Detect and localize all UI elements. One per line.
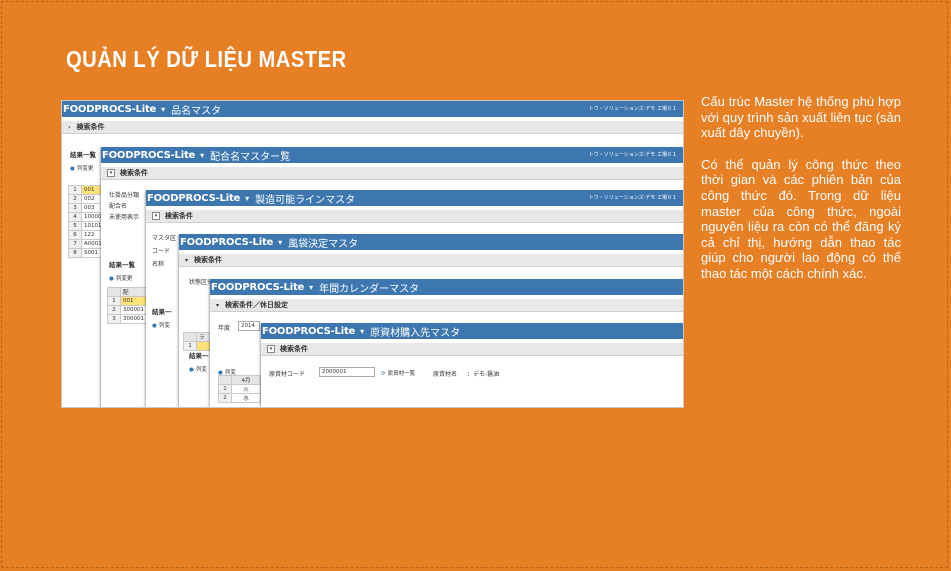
year-label: 年度 (218, 325, 231, 332)
check-icon: ● (152, 323, 157, 329)
brand-logo: FOODPROCS-Lite (180, 236, 274, 248)
check-icon: ● (189, 367, 194, 373)
search-condition-label: 検索条件／休日設定 (225, 301, 289, 309)
window-title: 原資材購入先マスタ (370, 327, 461, 339)
link-icon: ⟳ (381, 371, 386, 377)
window-titlebar: FOODPROCS-Lite ▾ 年間カレンダーマスタ (210, 279, 683, 295)
table-row[interactable]: 1 001 (68, 185, 105, 195)
brand-logo: FOODPROCS-Lite (63, 103, 157, 115)
search-condition-header[interactable]: ▾ 検索条件 (179, 254, 683, 267)
table-row[interactable]: 5 10101 (68, 221, 105, 231)
search-condition-header[interactable]: ▾ 検索条件／休日設定 (210, 299, 683, 312)
window-title: 品名マスタ (171, 105, 222, 117)
search-condition-header[interactable]: ▾ 検索条件 (146, 210, 683, 223)
table-row[interactable]: 8 S001 (68, 248, 105, 258)
material-name-value: ：デモ-醤油 (467, 371, 500, 378)
search-condition-label: 検索条件 (120, 169, 148, 177)
field-label: 配合名 (109, 203, 128, 210)
check-icon: ● (109, 276, 114, 282)
window-titlebar: FOODPROCS-Lite ▾ 配合名マスター覧 トウ・ソリューションズ-デモ… (101, 147, 683, 163)
window-title: 製造可能ラインマスタ (255, 194, 356, 206)
brand-logo: FOODPROCS-Lite (102, 149, 196, 161)
search-condition-label: 検索条件 (280, 345, 308, 353)
material-name-label: 原資材名 (433, 371, 458, 378)
menu-dropdown-icon[interactable]: ▾ (245, 194, 249, 203)
table-row[interactable]: 3 003 (68, 203, 105, 213)
chevron-down-icon: ▾ (216, 301, 220, 309)
description-text: Cấu trúc Master hệ thống phù hợp với quy… (701, 94, 901, 298)
window-material-supplier-master: FOODPROCS-Lite ▾ 原資材購入先マスタ ▾ 検索条件 原資材コード… (261, 323, 683, 407)
collapse-toggle-icon[interactable]: ▾ (107, 169, 115, 177)
window-titlebar: FOODPROCS-Lite ▾ 製造可能ラインマスタ トウ・ソリューションズ-… (146, 190, 683, 206)
table-row[interactable]: 7 A0001 (68, 239, 105, 249)
field-label: 未使用表示 (109, 214, 140, 221)
field-label: コード (152, 248, 171, 255)
search-condition-header[interactable]: ▾ 検索条件 (261, 343, 683, 356)
window-title: 風袋決定マスタ (288, 238, 359, 250)
paragraph-1: Cấu trúc Master hệ thống phù hợp với quy… (701, 94, 901, 141)
collapse-toggle-icon[interactable]: ▾ (152, 212, 160, 220)
brand-logo: FOODPROCS-Lite (211, 281, 305, 293)
menu-dropdown-icon[interactable]: ▾ (309, 283, 313, 292)
result-table: 配 1 001 2 300001 3 300001 (107, 287, 147, 324)
table-row[interactable]: 4 10000 (68, 212, 105, 222)
window-title: 配合名マスター覧 (210, 151, 291, 163)
result-list-label: 結果一覧 (70, 151, 96, 159)
table-row[interactable]: 1 001 (107, 296, 147, 306)
search-condition-header[interactable]: ▾ 検索条件 (101, 167, 683, 180)
search-condition-label: 検索条件 (76, 123, 105, 131)
search-condition-label: 検索条件 (194, 256, 223, 264)
menu-dropdown-icon[interactable]: ▾ (200, 151, 204, 160)
page-title: QUẢN LÝ DỮ LIỆU MASTER (66, 46, 347, 72)
search-condition-header[interactable]: › 検索条件 (62, 121, 683, 134)
column-change-checkbox[interactable]: ● 列変 (189, 365, 207, 373)
table-row[interactable]: 3 300001 (107, 314, 147, 324)
search-condition-label: 検索条件 (165, 212, 193, 220)
chevron-right-icon: › (68, 123, 71, 131)
company-name: トウ・ソリューションズ-デモ 工場０１ (588, 195, 677, 201)
field-label: 仕掛品分類 (109, 192, 140, 199)
result-list-label: 結果一 (152, 308, 172, 316)
column-change-checkbox[interactable]: ● 列変更 (70, 164, 93, 172)
company-name: トウ・ソリューションズ-デモ 工場０１ (588, 106, 677, 112)
table-row[interactable]: 2 002 (68, 194, 105, 204)
material-list-link[interactable]: ⟳ 原資材一覧 (381, 369, 415, 377)
app-screenshot-collage: FOODPROCS-Lite ▾ 品名マスタ トウ・ソリューションズ-デモ 工場… (62, 101, 683, 407)
menu-dropdown-icon[interactable]: ▾ (360, 327, 364, 336)
window-titlebar: FOODPROCS-Lite ▾ 風袋決定マスタ (179, 234, 683, 250)
menu-dropdown-icon[interactable]: ▾ (161, 105, 165, 114)
chevron-down-icon: ▾ (185, 256, 189, 264)
column-change-checkbox[interactable]: ● 列変更 (109, 274, 132, 282)
field-label: 名称 (152, 261, 165, 268)
material-code-input[interactable]: 2000001 (319, 367, 375, 377)
paragraph-2: Có thể quản lý công thức theo thời gian … (701, 156, 901, 281)
table-row[interactable]: 6 122 (68, 230, 105, 240)
window-title: 年間カレンダーマスタ (319, 283, 420, 295)
material-code-label: 原資材コード (269, 371, 306, 378)
column-change-checkbox[interactable]: ● 列変 (152, 321, 170, 329)
check-icon: ● (70, 166, 75, 172)
company-name: トウ・ソリューションズ-デモ 工場０１ (588, 152, 677, 158)
result-table: 1 001 2 002 3 003 4 10000 5 10101 6 122 7 A0001… (68, 185, 105, 258)
brand-logo: FOODPROCS-Lite (147, 192, 241, 204)
result-list-label: 結果一 (189, 352, 209, 360)
table-row[interactable]: 2 300001 (107, 305, 147, 315)
result-list-label: 結果一覧 (109, 261, 135, 269)
collapse-toggle-icon[interactable]: ▾ (267, 345, 275, 353)
window-titlebar: FOODPROCS-Lite ▾ 品名マスタ トウ・ソリューションズ-デモ 工場… (62, 101, 683, 117)
menu-dropdown-icon[interactable]: ▾ (278, 238, 282, 247)
field-label: マスタ区 (152, 235, 177, 242)
window-titlebar: FOODPROCS-Lite ▾ 原資材購入先マスタ (261, 323, 683, 339)
brand-logo: FOODPROCS-Lite (262, 325, 356, 337)
year-input[interactable]: 2014 (238, 321, 260, 331)
